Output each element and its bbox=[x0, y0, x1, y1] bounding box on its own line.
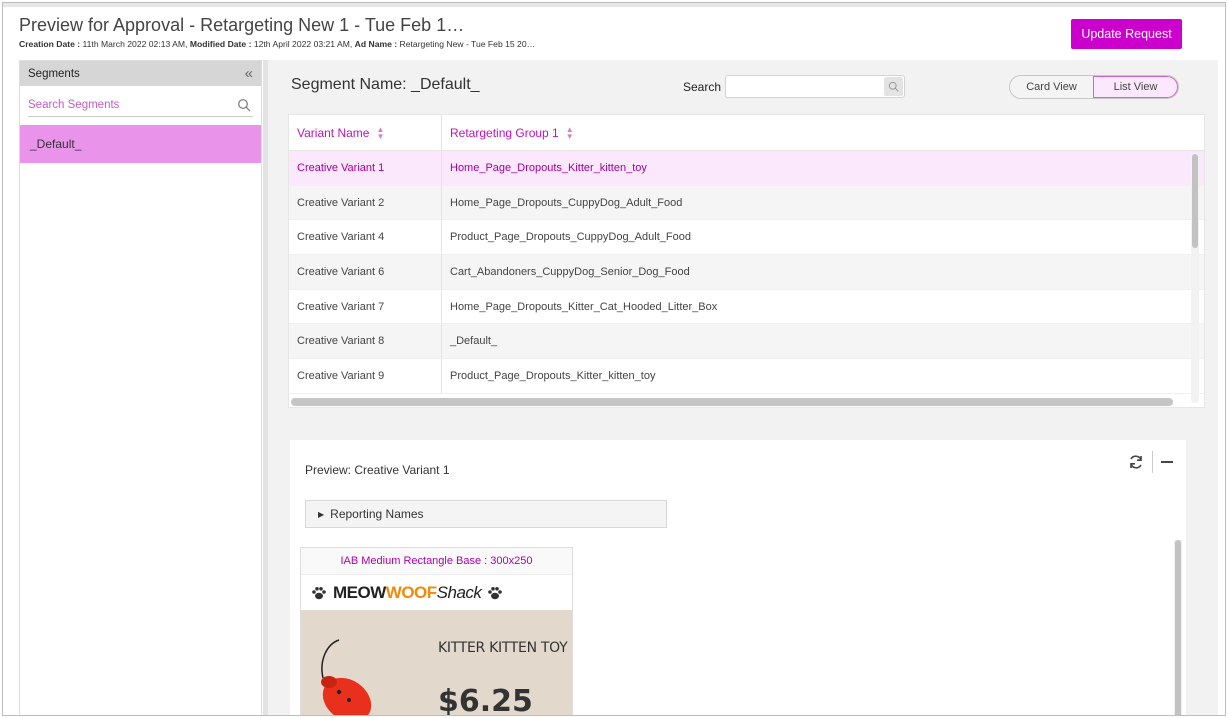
variant-cell: Creative Variant 6 bbox=[289, 255, 442, 289]
table-row[interactable]: Creative Variant 6 Cart_Abandoners_Cuppy… bbox=[289, 255, 1204, 290]
brand-shack: Shack bbox=[436, 582, 482, 602]
reporting-names-toggle[interactable]: ▶ Reporting Names bbox=[305, 500, 667, 528]
variant-cell: Creative Variant 1 bbox=[289, 151, 442, 185]
preview-panel: Preview: Creative Variant 1 ▶ Reporting … bbox=[290, 440, 1186, 716]
table-row[interactable]: Creative Variant 1 Home_Page_Dropouts_Ki… bbox=[289, 151, 1204, 186]
column-header-label: Retargeting Group 1 bbox=[450, 125, 559, 140]
column-header-label: Variant Name bbox=[297, 125, 370, 140]
main-panel: Segment Name: _Default_ Search Card View… bbox=[268, 60, 1218, 716]
search-icon[interactable] bbox=[237, 98, 251, 112]
variants-table: Variant Name ▲ ▼ Retargeting Group 1 ▲ ▼ C… bbox=[288, 114, 1205, 408]
paw-icon bbox=[312, 586, 326, 599]
page-title: Preview for Approval - Retargeting New 1… bbox=[19, 15, 465, 35]
reporting-names-label: Reporting Names bbox=[330, 507, 424, 521]
sort-icon[interactable]: ▲ ▼ bbox=[566, 125, 574, 140]
group-cell: _Default_ bbox=[450, 335, 498, 348]
table-row[interactable]: Creative Variant 9 Product_Page_Dropouts… bbox=[289, 359, 1204, 394]
product-price: $6.25 bbox=[438, 684, 533, 716]
toy-mouse-image bbox=[321, 639, 372, 715]
variant-search bbox=[725, 75, 905, 98]
table-row[interactable]: Creative Variant 4 Product_Page_Dropouts… bbox=[289, 220, 1204, 256]
brand-logo: MEOW WOOF Shack bbox=[301, 575, 572, 610]
table-row[interactable]: Creative Variant 2 Home_Page_Dropouts_Cu… bbox=[289, 185, 1204, 221]
scrollbar-thumb[interactable] bbox=[1192, 154, 1198, 248]
variant-cell: Creative Variant 7 bbox=[289, 289, 442, 324]
minimize-icon[interactable] bbox=[1161, 461, 1173, 463]
sidebar-header: Segments « bbox=[20, 61, 261, 86]
creation-date-label: Creation Date : bbox=[19, 39, 81, 49]
ad-name-value: Retargeting New - Tue Feb 15 20… bbox=[399, 39, 536, 49]
scrollbar-thumb[interactable] bbox=[1175, 540, 1181, 715]
preview-vertical-scrollbar[interactable] bbox=[1174, 540, 1182, 715]
variant-search-input[interactable] bbox=[726, 76, 881, 97]
table-row[interactable]: Creative Variant 8 _Default_ bbox=[289, 324, 1204, 360]
group-cell: Home_Page_Dropouts_Kitter_Cat_Hooded_Lit… bbox=[450, 300, 718, 313]
variant-cell: Creative Variant 4 bbox=[289, 220, 442, 255]
page-meta: Creation Date : 11th March 2022 02:13 AM… bbox=[19, 39, 535, 49]
brand-woof: WOOF bbox=[385, 582, 437, 602]
double-chevron-left-icon[interactable]: « bbox=[245, 66, 253, 81]
group-cell: Product_Page_Dropouts_CuppyDog_Adult_Foo… bbox=[450, 231, 691, 244]
card-view-button[interactable]: Card View bbox=[1010, 76, 1093, 98]
group-cell: Cart_Abandoners_CuppyDog_Senior_Dog_Food bbox=[450, 265, 690, 278]
product-name: KITTER KITTEN TOY bbox=[438, 640, 568, 656]
search-icon bbox=[888, 81, 899, 92]
modified-date-value: 12th April 2022 03:21 AM, bbox=[253, 39, 353, 49]
brand-meow: MEOW bbox=[333, 582, 386, 602]
preview-title: Preview: Creative Variant 1 bbox=[305, 463, 450, 477]
sidebar-title: Segments bbox=[28, 67, 80, 80]
ad-product-area: KITTER KITTEN TOY $6.25 bbox=[301, 610, 572, 716]
table-horizontal-scrollbar[interactable] bbox=[291, 398, 1173, 406]
approval-preview-window: Preview for Approval - Retargeting New 1… bbox=[2, 2, 1226, 716]
segment-search-input[interactable] bbox=[28, 98, 253, 111]
table-header: Variant Name ▲ ▼ Retargeting Group 1 ▲ ▼ bbox=[289, 115, 1204, 151]
caret-right-icon: ▶ bbox=[318, 509, 325, 519]
ad-size-label: IAB Medium Rectangle Base : 300x250 bbox=[301, 548, 572, 575]
creation-date-value: 11th March 2022 02:13 AM, bbox=[82, 39, 188, 49]
group-cell: Home_Page_Dropouts_CuppyDog_Adult_Food bbox=[450, 196, 683, 209]
sort-icon[interactable]: ▲ ▼ bbox=[376, 125, 384, 140]
variant-cell: Creative Variant 8 bbox=[289, 324, 442, 359]
table-body: Creative Variant 1 Home_Page_Dropouts_Ki… bbox=[289, 151, 1204, 395]
toolbar-divider bbox=[1152, 451, 1153, 473]
top-border bbox=[3, 3, 1225, 7]
group-cell: Product_Page_Dropouts_Kitter_kitten_toy bbox=[450, 369, 656, 382]
ad-name-label: Ad Name : bbox=[354, 39, 398, 49]
update-request-button[interactable]: Update Request bbox=[1071, 19, 1182, 49]
variant-cell: Creative Variant 2 bbox=[289, 185, 442, 220]
segment-search bbox=[28, 93, 253, 117]
ad-creative-preview: IAB Medium Rectangle Base : 300x250 MEOW… bbox=[300, 547, 573, 716]
list-view-button[interactable]: List View bbox=[1093, 76, 1178, 98]
table-row[interactable]: Creative Variant 7 Home_Page_Dropouts_Ki… bbox=[289, 289, 1204, 325]
table-vertical-scrollbar[interactable] bbox=[1191, 153, 1199, 403]
segment-name-heading: Segment Name: _Default_ bbox=[291, 76, 480, 93]
sidebar-item-label: _Default_ bbox=[30, 137, 82, 151]
variant-cell: Creative Variant 9 bbox=[289, 359, 442, 393]
search-button[interactable] bbox=[884, 77, 903, 96]
column-header-retargeting-group[interactable]: Retargeting Group 1 ▲ ▼ bbox=[442, 115, 1177, 150]
refresh-icon[interactable] bbox=[1127, 453, 1145, 471]
view-toggle: Card View List View bbox=[1009, 75, 1179, 99]
search-label: Search bbox=[683, 80, 722, 94]
paw-icon bbox=[488, 586, 503, 599]
column-header-variant-name[interactable]: Variant Name ▲ ▼ bbox=[289, 115, 442, 150]
sidebar-item-default[interactable]: _Default_ bbox=[20, 125, 261, 163]
modified-date-label: Modified Date : bbox=[189, 39, 252, 49]
group-cell: Home_Page_Dropouts_Kitter_kitten_toy bbox=[450, 161, 647, 174]
segments-sidebar: Segments « _Default_ bbox=[19, 60, 262, 715]
